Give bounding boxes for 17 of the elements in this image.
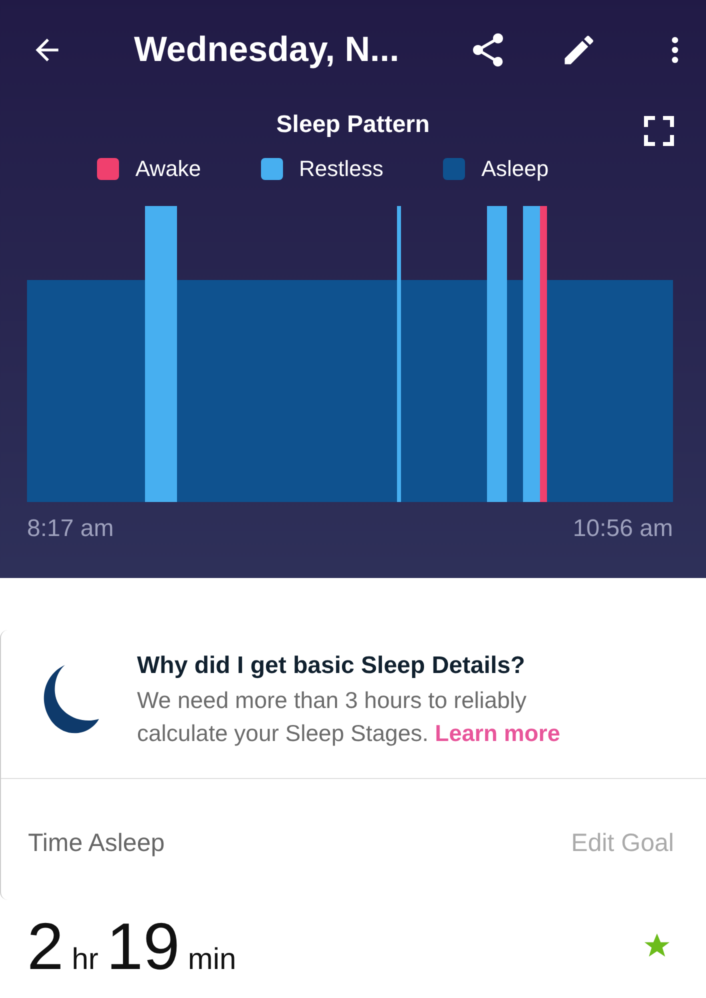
hours-value: 2 [27,908,64,984]
edit-goal-link[interactable]: Edit Goal [571,829,674,858]
info-text: We need more than 3 hours to reliably calculate your Sleep Stages. Learn more [137,686,562,748]
chart-title: Sleep Pattern [276,111,430,139]
legend-label: Asleep [481,156,549,182]
minutes-unit: min [188,943,236,977]
end-time: 10:56 am [572,515,673,543]
minutes-value: 19 [106,908,180,984]
fullscreen-icon[interactable] [644,116,674,146]
info-title: Why did I get basic Sleep Details? [137,652,526,680]
learn-more-link[interactable]: Learn more [434,720,560,746]
legend-label: Awake [135,156,201,182]
screen-title: Wednesday, N... [134,30,400,70]
legend-label: Restless [299,156,384,182]
time-asleep-label: Time Asleep [28,829,165,858]
start-time: 8:17 am [27,515,114,543]
hours-unit: hr [72,943,98,977]
